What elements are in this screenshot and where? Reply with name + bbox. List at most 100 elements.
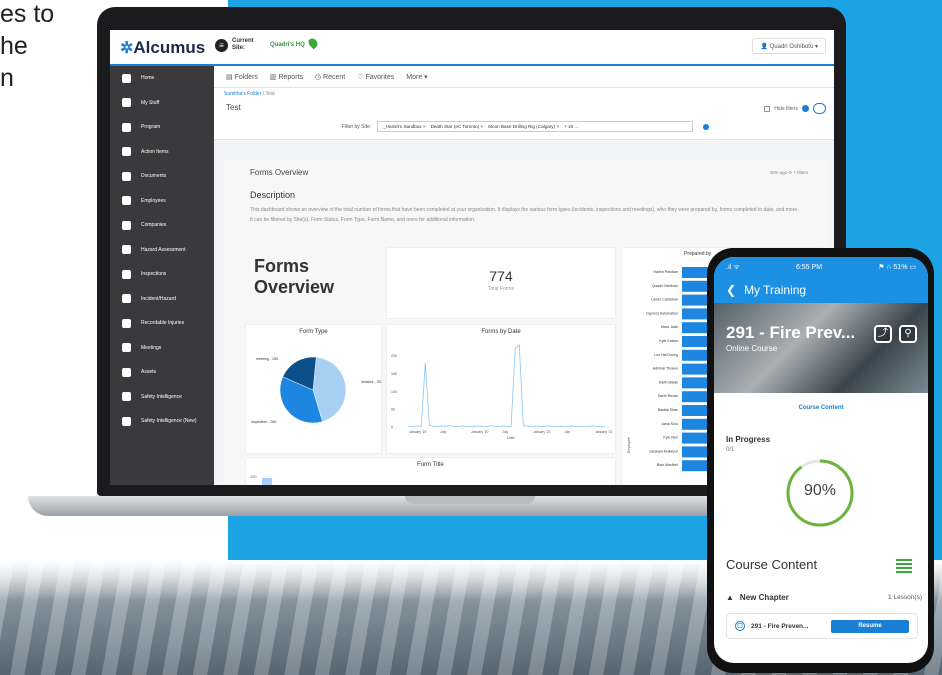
home-icon [122, 73, 131, 83]
progress-status: In Progress [726, 435, 771, 444]
filter-chip[interactable]: _Harish's Sandbox × [383, 124, 425, 129]
hide-filters-checkbox[interactable] [764, 105, 771, 112]
filter-help-icon[interactable] [703, 123, 710, 130]
settings-icon[interactable] [813, 103, 826, 114]
sidebar-item[interactable]: Hazard Assessment [110, 238, 214, 263]
marketing-text: es to he n [0, 0, 54, 94]
hide-filters[interactable]: Hide filters [764, 103, 826, 114]
sidebar-item-label: My Stuff [141, 99, 160, 106]
share-icon[interactable]: ⤴ [874, 325, 892, 343]
site-filter: Filter by Site: _Harish's Sandbox × Deat… [342, 121, 710, 132]
chapter-header[interactable]: ▲ New Chapter [726, 593, 789, 602]
title-card: Forms Overview [246, 248, 381, 318]
category-label: Admiral Thrawn [653, 367, 678, 371]
sidebar-item-label: Employees [141, 197, 166, 204]
current-site[interactable]: ≡ Current Site: [215, 38, 254, 52]
total-forms-label: Total Forms [487, 286, 515, 292]
back-chevron-icon[interactable]: ❮ [726, 283, 736, 297]
lesson-row[interactable]: ▢ 291 - Fire Preven... Resume [726, 613, 918, 639]
sidebar-item[interactable]: Meetings [110, 336, 214, 361]
resume-button[interactable]: Resume [831, 619, 909, 633]
page-title: Test [226, 103, 241, 112]
progress-percent: 90% [803, 482, 837, 499]
forms-by-date-card[interactable]: Forms by Date 0 50 100 150 200 January '19 Jul… [387, 325, 615, 453]
total-forms-card[interactable]: 774 Total Forms [387, 248, 615, 318]
alcumus-logo[interactable]: ✲Alcumus [120, 38, 205, 58]
sidebar-item[interactable]: Safety Intelligence [110, 385, 214, 410]
forms-by-date-title: Forms by Date [481, 329, 521, 335]
forms-overview-big-title: Forms Overview [254, 256, 335, 297]
forms-by-date-chart: 0 50 100 150 200 January '19 July January '20 Ju… [391, 344, 613, 440]
filter-input[interactable]: _Harish's Sandbox × Death Star (eC Toron… [377, 121, 694, 132]
alcumus-star-icon: ✲ [120, 40, 134, 57]
phone-title: My Training [744, 283, 807, 297]
sidebar-item[interactable]: Program [110, 115, 214, 140]
location-pin-icon [306, 36, 320, 50]
prepared-by-title: Prepared by [684, 251, 712, 257]
list-view-icon[interactable] [896, 559, 912, 575]
panel-meta[interactable]: 35m ago ⟳ 7 filters [770, 170, 808, 176]
course-content-link[interactable]: Course Content [714, 405, 928, 411]
sidebar-item[interactable]: Companies [110, 213, 214, 238]
phone-status-bar: .ıl ᯤ 6:55 PM ⚑ ∩ 51% ▭ [714, 257, 928, 277]
course-type: Online Course [726, 344, 778, 353]
tab-more[interactable]: More ▾ [406, 73, 427, 81]
sidebar-item[interactable]: Incident/Hazard [110, 287, 214, 312]
sidebar-item[interactable]: My Stuff [110, 91, 214, 116]
sidebar-item[interactable]: Documents [110, 164, 214, 189]
nav-tabs: ▤ Folders ▥ Reports ◷ Recent ♡ Favorites… [214, 66, 834, 88]
filter-chip[interactable]: + 10 ... [564, 124, 578, 129]
category-label: Darth Revan [658, 394, 678, 398]
sidebar-item[interactable]: Action Items [110, 140, 214, 165]
filter-chip[interactable]: Death Star (eC Toronto) × [431, 124, 484, 129]
course-content-heading: Course Content [726, 557, 818, 572]
help-icon[interactable] [802, 105, 809, 112]
user-menu[interactable]: 👤 Quadri Oshibotu ▾ [752, 38, 826, 54]
x-tick-label: July [440, 430, 446, 434]
x-tick-label: January '22 [595, 430, 613, 434]
sidebar-item-label: Documents [141, 173, 167, 180]
tab-favorites[interactable]: ♡ Favorites [357, 73, 394, 81]
battery-status: ⚑ ∩ 51% ▭ [878, 264, 916, 271]
course-hero: 291 - Fire Prev... Online Course ⤴ ⚲ [714, 303, 928, 393]
lesson-name: 291 - Fire Preven... [751, 622, 809, 630]
description-title: Description [250, 190, 296, 200]
category-label: Mara Jade [661, 325, 678, 329]
tab-reports[interactable]: ▥ Reports [270, 73, 303, 81]
sidebar-item[interactable]: Inspections [110, 262, 214, 287]
sidebar-item[interactable]: Employees [110, 189, 214, 214]
sidebar-item-label: Companies [141, 222, 167, 229]
x-tick-label: January '21 [533, 430, 551, 434]
sidebar-item[interactable]: Home [110, 66, 214, 91]
sidebar-item-label: Action Items [141, 148, 169, 155]
sidebar-item[interactable]: Safety Intelligence (New) [110, 409, 214, 434]
document-icon [122, 171, 131, 181]
filter-chip[interactable]: Moon Base Drilling Rig (Calgary) × [488, 124, 559, 129]
site-name[interactable]: Quadri's HQ [270, 42, 305, 48]
tab-recent[interactable]: ◷ Recent [315, 73, 345, 81]
marketing-line: he [0, 32, 28, 60]
hazard-person-icon [122, 245, 131, 255]
truck-icon [122, 367, 131, 377]
collapse-icon: ▲ [726, 593, 734, 602]
form-type-card[interactable]: Form Type incident - 339 inspection - 280… [246, 325, 383, 453]
laptop-notch [405, 496, 535, 504]
description-text: This dashboard shows an overview of the … [250, 207, 799, 213]
sidebar-item[interactable]: Assets [110, 360, 214, 385]
breadcrumb-folder[interactable]: Sumitha's Folder [224, 91, 261, 97]
pin-icon[interactable]: ⚲ [899, 325, 917, 343]
form-title-card[interactable]: Form Title 150 [246, 458, 615, 485]
category-label: Saranya Mullaiyur [649, 449, 679, 453]
form-title-bar [262, 478, 272, 485]
sidebar-item-label: Inspections [141, 271, 167, 278]
category-label: Darth Malak [659, 380, 679, 384]
sidebar-item-label: Incident/Hazard [141, 295, 177, 302]
sidebar-item-label: Hazard Assessment [141, 246, 186, 253]
sidebar-item[interactable]: Recordable Injuries [110, 311, 214, 336]
sidebar-item-label: Safety Intelligence [141, 393, 182, 400]
tab-folders[interactable]: ▤ Folders [226, 73, 258, 81]
x-tick-label: July [502, 430, 508, 434]
description: Description This dashboard shows an over… [250, 190, 810, 224]
top-bar: ✲Alcumus ≡ Current Site: Quadri's HQ 👤 Qu… [110, 30, 834, 66]
sidebar-item-label: Recordable Injuries [141, 320, 185, 327]
